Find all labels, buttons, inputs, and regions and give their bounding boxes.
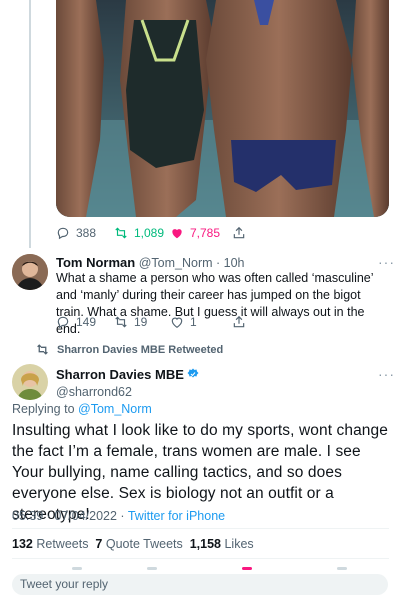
- retweet-icon: [37, 344, 48, 355]
- divider: [12, 558, 389, 559]
- reply-tweet-actions: 149 19 1: [56, 315, 290, 329]
- reply-tweet-header: Tom Norman @Tom_Norm · 10h: [56, 255, 245, 270]
- share-button[interactable]: [232, 226, 290, 240]
- reply-button[interactable]: 388: [56, 226, 114, 240]
- retweeted-label: Sharron Davies MBE Retweeted: [57, 343, 224, 356]
- reply-icon: [57, 227, 69, 240]
- author-handle[interactable]: @Tom_Norm: [139, 256, 213, 270]
- avatar[interactable]: [12, 254, 48, 290]
- like-button[interactable]: 7,785: [170, 226, 232, 240]
- reply-count: 388: [76, 226, 97, 240]
- heart-icon: [172, 229, 182, 239]
- retweet-button[interactable]: 1,089: [114, 226, 174, 240]
- avatar-sharron-davies: [12, 364, 48, 400]
- replying-to-link[interactable]: @Tom_Norm: [78, 402, 152, 416]
- retweets-count: 132: [12, 537, 33, 551]
- share-icon: [233, 315, 245, 328]
- likes-label: Likes: [224, 537, 254, 551]
- retweet-icon: [115, 316, 127, 328]
- retweet-count: 19: [134, 315, 148, 329]
- first-tweet-actions: 388 1,089 7,785: [56, 226, 290, 240]
- reply-count: 149: [76, 315, 97, 329]
- replying-to: Replying to @Tom_Norm: [12, 402, 152, 416]
- like-count: 7,785: [190, 226, 221, 240]
- main-tweet-actions: [12, 564, 388, 572]
- likes-stat[interactable]: 1,158 Likes: [190, 537, 254, 551]
- main-tweet-header: Sharron Davies MBE @sharrond62: [56, 367, 199, 399]
- quote-label: Quote Tweets: [105, 537, 183, 551]
- retweet-button[interactable]: 19: [114, 315, 174, 329]
- share-button[interactable]: [232, 315, 290, 329]
- retweet-icon: [115, 227, 127, 239]
- reply-button[interactable]: 149: [56, 315, 114, 329]
- thread-line: [29, 0, 31, 248]
- tweet-timestamp[interactable]: 05:39 · 07/04/2022 ·: [12, 509, 128, 523]
- share-icon: [233, 226, 245, 239]
- reply-icon: [57, 316, 69, 329]
- verified-badge-icon: [187, 368, 199, 378]
- author-name[interactable]: Sharron Davies MBE: [56, 367, 184, 382]
- retweets-stat[interactable]: 132 Retweets: [12, 537, 88, 551]
- more-options-icon[interactable]: ···: [378, 254, 395, 270]
- heart-icon[interactable]: [242, 567, 252, 570]
- like-button[interactable]: 1: [170, 315, 232, 329]
- share-icon[interactable]: [337, 567, 347, 570]
- tweet-time[interactable]: · 10h: [216, 256, 245, 270]
- retweeted-banner[interactable]: Sharron Davies MBE Retweeted: [36, 343, 223, 356]
- replying-to-prefix: Replying to: [12, 402, 79, 416]
- tweet-source[interactable]: Twitter for iPhone: [128, 509, 225, 523]
- quote-count: 7: [95, 537, 103, 551]
- tweet-photo[interactable]: [56, 0, 389, 217]
- avatar[interactable]: [12, 364, 48, 400]
- retweets-label: Retweets: [36, 537, 89, 551]
- quote-tweets-stat[interactable]: 7 Quote Tweets: [95, 537, 182, 551]
- tweet-meta: 05:39 · 07/04/2022 · Twitter for iPhone: [12, 509, 225, 523]
- author-handle[interactable]: @sharrond62: [56, 385, 199, 399]
- avatar-tom-norman: [12, 254, 48, 290]
- reply-icon[interactable]: [72, 567, 82, 570]
- divider: [12, 528, 389, 529]
- likes-count: 1,158: [189, 537, 221, 551]
- reply-input[interactable]: Tweet your reply: [12, 574, 388, 595]
- author-name[interactable]: Tom Norman: [56, 255, 135, 270]
- tweet-stats: 132 Retweets 7 Quote Tweets 1,158 Likes: [12, 537, 254, 551]
- retweet-icon[interactable]: [147, 567, 157, 570]
- like-count: 1: [190, 315, 197, 329]
- heart-icon: [171, 317, 183, 328]
- retweet-count: 1,089: [134, 226, 165, 240]
- more-options-icon[interactable]: ···: [378, 366, 395, 382]
- swimmers-photo: [56, 0, 389, 217]
